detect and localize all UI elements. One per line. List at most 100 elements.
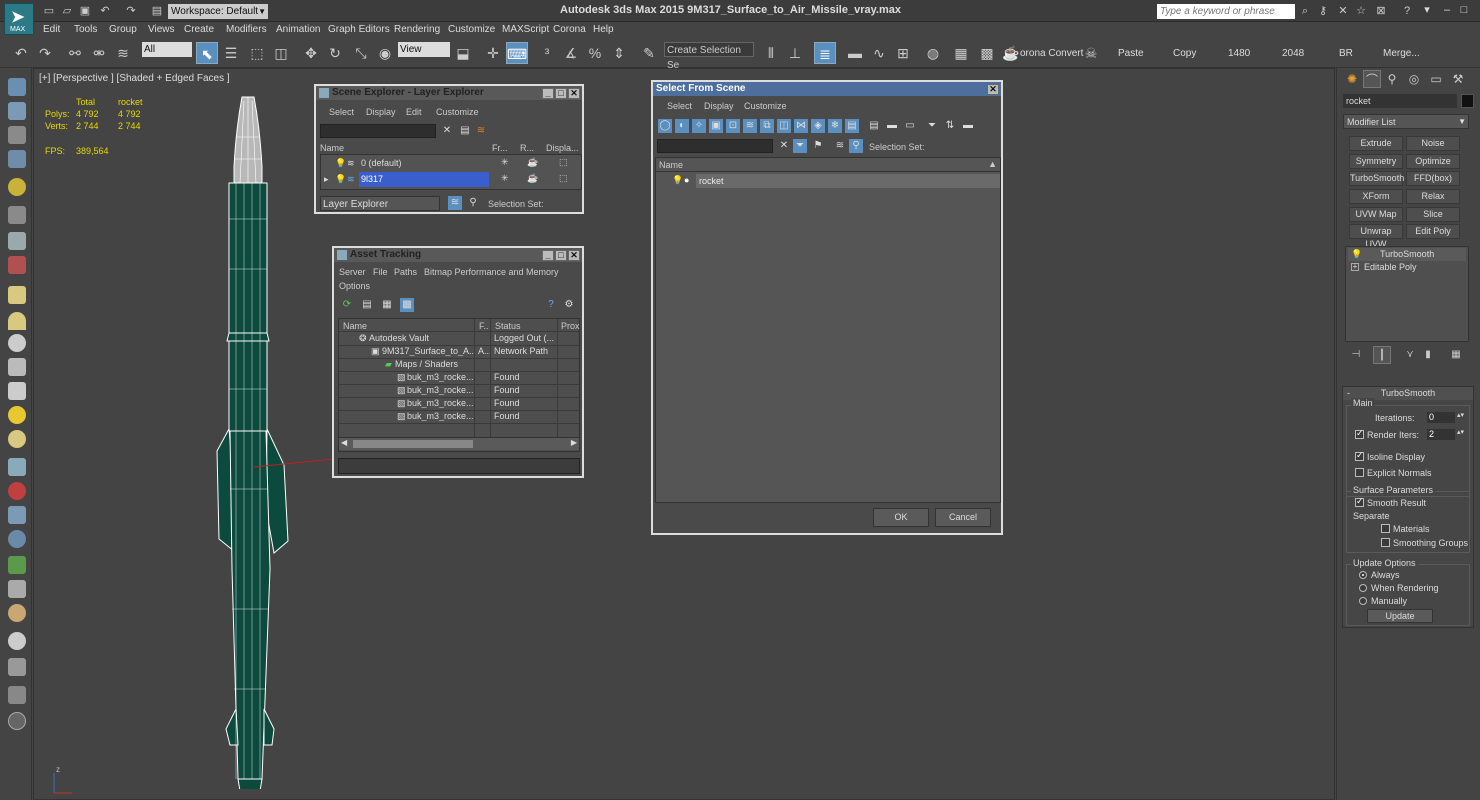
ribbon-icon[interactable]: ▬ [844,42,866,64]
se-menu-edit[interactable]: Edit [406,107,422,117]
menu-graph-editors[interactable]: Graph Editors [328,24,390,35]
utilities-tab-icon[interactable]: ⚒ [1449,70,1467,88]
search-input[interactable]: Type a keyword or phrase [1157,4,1295,19]
layers-icon[interactable]: ≋ [833,139,847,153]
curve-editor-icon[interactable]: ∿ [868,42,890,64]
isoline-display-checkbox[interactable] [1355,450,1364,461]
se-col-fr[interactable]: Fr... [492,143,508,153]
mod-ffd-box-button[interactable]: FFD(box) [1406,171,1460,186]
edit-named-selection-icon[interactable]: ✎ [638,42,660,64]
render-teapot-icon[interactable]: ☕ [1000,42,1022,64]
make-unique-icon[interactable]: ⋎ [1401,346,1419,364]
mod-optimize-button[interactable]: Optimize [1406,154,1460,169]
refresh-icon[interactable]: ⟳ [340,298,354,312]
shape-filter-icon[interactable]: ◐ [675,119,689,133]
table-row[interactable]: ❂ Autodesk Vault Logged Out (... [339,332,579,345]
render-teapot-icon[interactable]: ☕ [527,157,538,168]
sphere-2-icon[interactable] [8,632,26,650]
at-menu-file[interactable]: File [373,267,388,277]
spinner-arrows-icon[interactable]: ▴▾ [1457,411,1464,419]
dots-icon[interactable] [8,458,26,476]
when-rendering-radio[interactable] [1359,584,1367,592]
mesh-icon[interactable] [8,506,26,524]
scroll-right-icon[interactable]: ▶ [571,438,577,447]
close-button[interactable]: ✕ [987,84,999,95]
clear-icon[interactable]: ✕ [777,139,791,153]
window-crossing-icon[interactable]: ◫ [270,42,292,64]
filter-icon[interactable]: ⏷ [925,119,939,133]
undo-icon[interactable]: ↶ [10,42,32,64]
stack-item-turbosmooth[interactable]: 💡 TurboSmooth [1348,248,1466,261]
create-tab-icon[interactable]: ✺ [1343,70,1361,88]
at-col-f[interactable]: F.. [479,321,489,331]
iterations-spinner[interactable]: 0 [1427,412,1455,423]
light-filter-icon[interactable]: ✧ [692,119,706,133]
at-col-name[interactable]: Name [343,321,367,331]
open-file-icon[interactable]: ▱ [60,4,74,18]
list-item[interactable]: 💡 ≋ 0 (default) ✳ ☕ ⬚ [321,156,581,171]
bone-filter-icon[interactable]: ⋈ [794,119,808,133]
helper-filter-icon[interactable]: ⊡ [726,119,740,133]
br-button[interactable]: BR [1339,48,1353,59]
undo-icon[interactable]: ↶ [98,4,112,18]
at-menu-paths[interactable]: Paths [394,267,417,277]
hidden-filter-icon[interactable]: ▤ [845,119,859,133]
at-menu-bitmap[interactable]: Bitmap Performance and Memory [424,267,559,277]
mirror-icon[interactable]: ⫴ [760,42,782,64]
corona-convert-button[interactable]: orona Convert [1020,48,1083,59]
spacewarp-filter-icon[interactable]: ≋ [743,119,757,133]
document-icon[interactable] [8,126,26,144]
mod-slice-button[interactable]: Slice [1406,207,1460,222]
help-icon[interactable]: ? [544,298,558,312]
texture-icon[interactable] [8,604,26,622]
keyboard-shortcut-icon[interactable]: ⌨ [506,42,528,64]
snaps-toggle-icon[interactable]: ³ [536,42,558,64]
display-box-icon[interactable]: ⬚ [559,157,568,168]
unlink-icon[interactable]: ⚮ [88,42,110,64]
se-menu-display[interactable]: Display [366,107,396,117]
sort-icon[interactable]: ⇅ [943,119,957,133]
camera-filter-icon[interactable]: ▣ [709,119,723,133]
script-icon[interactable] [8,686,26,704]
menu-help[interactable]: Help [593,24,614,35]
select-by-name-icon[interactable]: ☰ [220,42,242,64]
move-icon[interactable]: ✥ [300,42,322,64]
select-none-icon[interactable]: ▭ [903,119,917,133]
sfs-search-input[interactable] [657,139,773,153]
menu-edit[interactable]: Edit [43,24,60,35]
schematic-view-icon[interactable]: ⊞ [892,42,914,64]
select-from-scene-titlebar[interactable]: Select From Scene ✕ [653,82,1001,96]
filter-active-icon[interactable]: ⏷ [793,139,807,153]
hierarchy-tab-icon[interactable]: ⚲ [1383,70,1401,88]
mod-noise-button[interactable]: Noise [1406,136,1460,151]
freeze-icon[interactable]: ✳ [501,157,509,168]
table-row[interactable]: ▰ Maps / Shaders [339,358,579,371]
app-logo-button[interactable]: ➤ MAX [4,3,34,35]
info-icon[interactable]: ⊠ [1374,4,1388,18]
size-2048-button[interactable]: 2048 [1282,48,1304,59]
se-menu-select[interactable]: Select [329,107,354,117]
maximize-button[interactable]: □ [555,88,567,99]
mod-relax-button[interactable]: Relax [1406,189,1460,204]
menu-group[interactable]: Group [109,24,137,35]
display-box-icon[interactable]: ⬚ [559,173,568,184]
sfs-menu-select[interactable]: Select [667,101,692,111]
menu-corona[interactable]: Corona [553,24,586,35]
smooth-result-checkbox[interactable] [1355,496,1364,507]
pin-stack-icon[interactable]: ⊣ [1347,346,1365,364]
light-icon[interactable] [8,178,26,196]
settings-icon[interactable]: ⚙ [562,298,576,312]
horizontal-scrollbar[interactable]: ◀ ▶ [339,437,579,450]
particles-icon[interactable] [8,206,26,224]
maximize-window-button[interactable]: □ [1455,3,1473,18]
container-filter-icon[interactable]: ◈ [811,119,825,133]
at-menu-options[interactable]: Options [339,281,370,291]
redo-icon[interactable]: ↷ [34,42,56,64]
dome-icon[interactable] [8,312,26,330]
update-button[interactable]: Update [1367,609,1433,623]
scale-icon[interactable]: ⤡ [350,42,372,64]
explicit-normals-checkbox[interactable] [1355,468,1364,477]
filter-icon[interactable]: ▤ [458,124,472,138]
help-icon[interactable] [8,712,26,730]
menu-customize[interactable]: Customize [448,24,495,35]
